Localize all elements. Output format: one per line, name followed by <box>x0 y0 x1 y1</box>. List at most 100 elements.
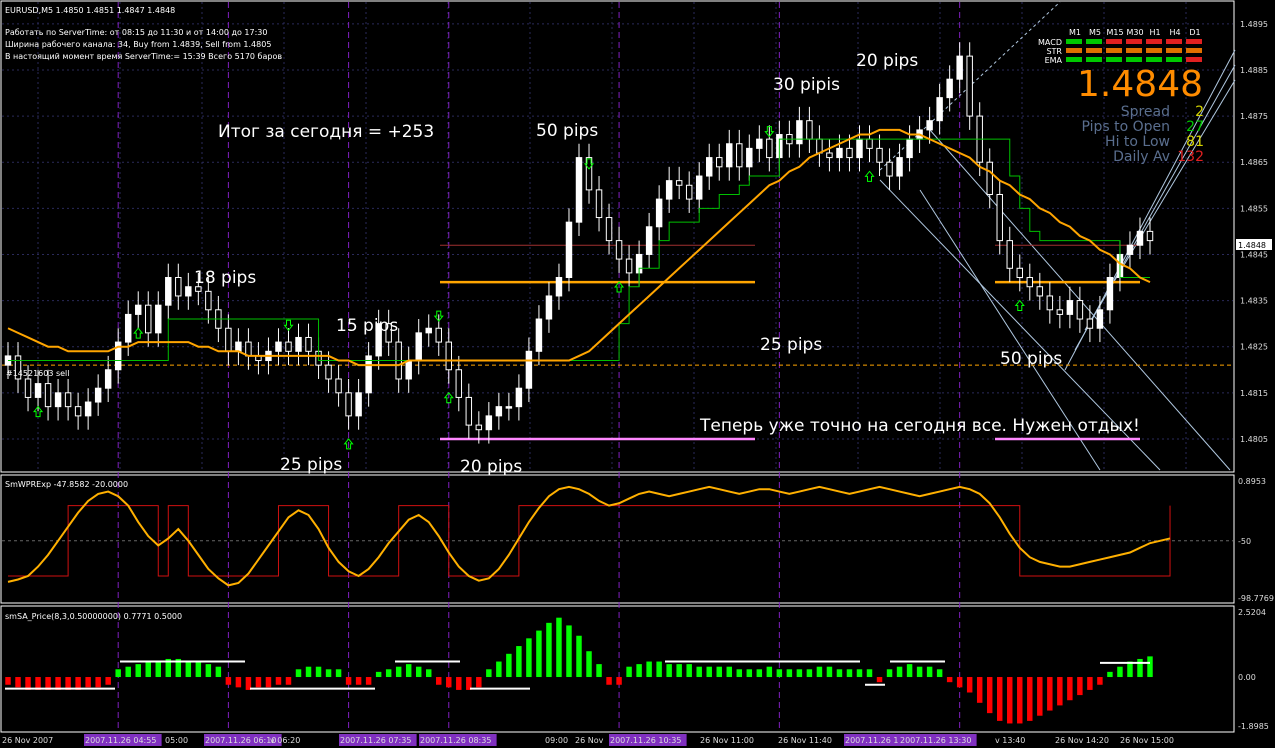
sa-bar <box>536 630 542 678</box>
sa-bar <box>756 669 763 678</box>
candle-body <box>455 369 463 398</box>
sa-bar <box>786 669 793 678</box>
sa-bar <box>365 677 372 685</box>
timeframe-label: M30 <box>1126 28 1143 37</box>
pips-label-50b: 50 pips <box>1000 349 1062 369</box>
sa-bar <box>215 666 222 678</box>
signal-row-label: MACD <box>1038 38 1062 47</box>
sa-bar <box>636 664 642 678</box>
pips-label-20a: 20 pips <box>460 457 522 477</box>
candle-body <box>365 355 372 394</box>
sa-bar <box>886 669 893 678</box>
sa-bar <box>997 677 1003 721</box>
candle-body <box>145 304 152 334</box>
time-tick-label: 2007.11.26 07:35 <box>340 736 411 745</box>
sa-bar <box>285 677 292 685</box>
signal-cell <box>1086 39 1102 44</box>
candle-body <box>275 341 282 352</box>
time-tick-label: 2007.11.26 13:30 <box>900 736 971 745</box>
sa-bar <box>746 669 753 678</box>
sa-bar <box>345 677 352 685</box>
sa-bar <box>816 666 823 678</box>
sa-bar <box>265 677 272 688</box>
sa-bar <box>956 677 963 688</box>
candle-body <box>956 55 963 80</box>
candle-body <box>736 143 743 168</box>
time-tick-label: 26 Nov 11:40 <box>778 736 832 745</box>
info-line-2: Ширина рабочего канала: 34, Buy from 1.4… <box>5 40 271 49</box>
candle-body <box>966 55 973 117</box>
candle-body <box>555 277 563 297</box>
wpr-tick-label: 0.8953 <box>1238 477 1266 486</box>
candle-body <box>445 341 453 371</box>
sa-bar <box>415 666 422 678</box>
sa-bar <box>646 661 652 678</box>
sa-bar <box>936 669 943 678</box>
signal-cell <box>1066 39 1082 44</box>
sa-bar <box>1007 677 1013 724</box>
candle-body <box>54 392 62 408</box>
candle-body <box>876 147 883 163</box>
price-tick-label: 1.4815 <box>1240 389 1268 398</box>
candle-body <box>685 184 693 200</box>
sa-bar <box>85 677 91 688</box>
timeframe-label: H4 <box>1169 28 1180 37</box>
candle-body <box>74 406 82 417</box>
candle-body <box>926 120 933 131</box>
sa-bar <box>976 677 983 703</box>
sa-bar <box>876 677 883 683</box>
stat-value: 132 <box>1177 149 1204 165</box>
sa-bar <box>1027 677 1033 721</box>
candle-body <box>996 193 1003 242</box>
sa-bar <box>135 664 141 678</box>
sa-bar <box>676 664 682 678</box>
candle-body <box>175 277 182 297</box>
signal-cell <box>1186 57 1202 62</box>
order-label: #14521603 sell <box>6 369 70 378</box>
candle-body <box>756 138 763 149</box>
candle-body <box>165 277 172 306</box>
sa-bar <box>896 666 903 678</box>
candle-body <box>405 360 412 380</box>
candle-body <box>675 180 683 186</box>
stat-label: Daily Av <box>1113 149 1170 165</box>
candle-body <box>816 138 823 154</box>
sa-bar <box>355 677 362 685</box>
signal-cell <box>1106 48 1122 53</box>
sa-bar <box>826 666 833 678</box>
signal-cell <box>1186 48 1202 53</box>
sa-bar <box>866 669 873 678</box>
sa-bar <box>1087 677 1093 690</box>
candle-body <box>1066 300 1074 315</box>
sa-bar <box>325 669 332 678</box>
candle-body <box>866 138 873 149</box>
candle-body <box>104 369 112 389</box>
time-tick-label: 2007.11.26 08:35 <box>420 736 491 745</box>
sa-bar <box>1147 656 1153 678</box>
trading-chart[interactable]: 1.48951.48851.48751.48651.48551.48451.48… <box>0 0 1275 748</box>
signal-cell <box>1066 57 1082 62</box>
stat-value: 2 <box>1195 104 1204 120</box>
candle-body <box>285 341 292 352</box>
candle-body <box>124 313 132 343</box>
price-tick-label: 1.4895 <box>1240 20 1268 29</box>
sa-bar <box>305 666 312 678</box>
price-tick-label: 1.4805 <box>1240 435 1268 444</box>
stat-value: 81 <box>1186 134 1204 150</box>
candle-body <box>515 387 523 408</box>
candle-body <box>806 120 813 140</box>
sa-bar <box>385 669 392 678</box>
sa-bar <box>716 666 722 678</box>
candle-body <box>435 327 442 343</box>
candle-body <box>1146 230 1154 242</box>
price-tick-label: 1.4845 <box>1240 250 1268 259</box>
sa-bar <box>335 669 342 678</box>
sa-bar <box>556 617 562 678</box>
time-tick-label: 09:00 <box>545 736 568 745</box>
sa-bar <box>315 666 322 678</box>
candle-body <box>665 180 673 200</box>
candle-body <box>64 392 72 408</box>
signal-cell <box>1186 39 1202 44</box>
sa-bar <box>586 651 592 678</box>
candle-body <box>906 138 913 159</box>
